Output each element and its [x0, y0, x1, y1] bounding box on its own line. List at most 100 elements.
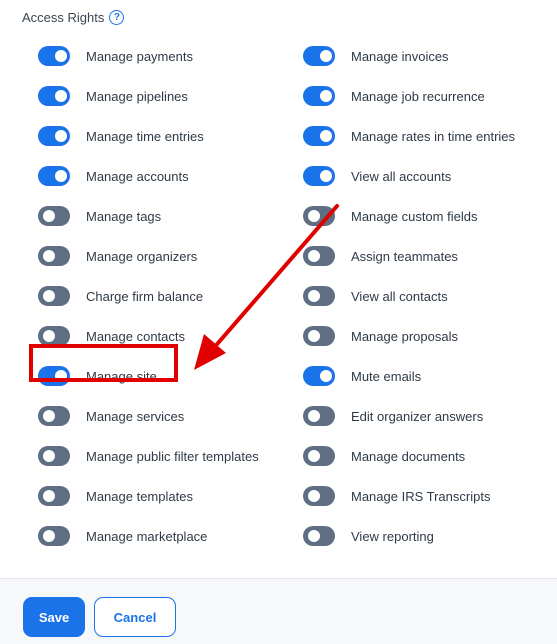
- toggle-manage-contacts[interactable]: [38, 326, 70, 346]
- permission-row-manage-marketplace: Manage marketplace: [38, 516, 278, 556]
- permission-row-manage-invoices: Manage invoices: [303, 36, 543, 76]
- permission-row-manage-payments: Manage payments: [38, 36, 278, 76]
- permission-row-manage-organizers: Manage organizers: [38, 236, 278, 276]
- permission-label: Assign teammates: [351, 248, 458, 264]
- toggle-knob: [308, 530, 320, 542]
- toggle-manage-irs-transcripts[interactable]: [303, 486, 335, 506]
- cancel-button[interactable]: Cancel: [94, 597, 176, 637]
- section-header: Access Rights ?: [22, 10, 125, 25]
- toggle-knob: [43, 210, 55, 222]
- permission-label: Mute emails: [351, 368, 422, 384]
- toggle-manage-proposals[interactable]: [303, 326, 335, 346]
- permission-label: Manage pipelines: [86, 88, 188, 104]
- toggle-manage-organizers[interactable]: [38, 246, 70, 266]
- toggle-manage-custom-fields[interactable]: [303, 206, 335, 226]
- toggle-knob: [320, 50, 332, 62]
- toggle-knob: [43, 450, 55, 462]
- toggle-knob: [43, 410, 55, 422]
- toggle-manage-time-entries[interactable]: [38, 126, 70, 146]
- permission-label: Manage custom fields: [351, 208, 478, 224]
- permission-label: Manage documents: [351, 448, 466, 464]
- toggle-knob: [55, 170, 67, 182]
- toggle-knob: [320, 370, 332, 382]
- permission-row-charge-firm-balance: Charge firm balance: [38, 276, 278, 316]
- permission-label: Manage templates: [86, 488, 193, 504]
- permission-label: Manage public filter templates: [86, 448, 259, 464]
- permission-label: View reporting: [351, 528, 434, 544]
- toggle-manage-documents[interactable]: [303, 446, 335, 466]
- toggle-knob: [308, 290, 320, 302]
- permission-label: Manage accounts: [86, 168, 189, 184]
- toggle-knob: [43, 530, 55, 542]
- toggle-view-all-contacts[interactable]: [303, 286, 335, 306]
- toggle-knob: [55, 50, 67, 62]
- toggle-knob: [43, 330, 55, 342]
- save-button[interactable]: Save: [23, 597, 85, 637]
- permissions-column-right: Manage invoices Manage job recurrence Mana…: [303, 36, 543, 556]
- permission-label: Manage rates in time entries: [351, 128, 516, 144]
- annotation-highlight-box: [29, 344, 178, 382]
- toggle-knob: [43, 250, 55, 262]
- permission-label: Manage marketplace: [86, 528, 208, 544]
- permissions-grid: Manage payments Manage pipelines Manage ti…: [38, 36, 538, 546]
- permission-label: Manage organizers: [86, 248, 198, 264]
- toggle-manage-job-recurrence[interactable]: [303, 86, 335, 106]
- toggle-manage-payments[interactable]: [38, 46, 70, 66]
- permission-label: Charge firm balance: [86, 288, 204, 304]
- toggle-manage-invoices[interactable]: [303, 46, 335, 66]
- toggle-manage-public-filter-templates[interactable]: [38, 446, 70, 466]
- toggle-knob: [320, 130, 332, 142]
- toggle-knob: [308, 450, 320, 462]
- permission-row-manage-job-recurrence: Manage job recurrence: [303, 76, 543, 116]
- permission-label: Manage IRS Transcripts: [351, 488, 491, 504]
- toggle-knob: [55, 90, 67, 102]
- permission-label: Manage job recurrence: [351, 88, 485, 104]
- toggle-knob: [308, 250, 320, 262]
- toggle-manage-marketplace[interactable]: [38, 526, 70, 546]
- permission-row-assign-teammates: Assign teammates: [303, 236, 543, 276]
- toggle-knob: [43, 290, 55, 302]
- toggle-mute-emails[interactable]: [303, 366, 335, 386]
- permission-label: Manage tags: [86, 208, 162, 224]
- permission-label: Manage contacts: [86, 328, 186, 344]
- permission-label: Manage invoices: [351, 48, 449, 64]
- permission-row-view-all-contacts: View all contacts: [303, 276, 543, 316]
- permission-row-mute-emails: Mute emails: [303, 356, 543, 396]
- toggle-manage-accounts[interactable]: [38, 166, 70, 186]
- toggle-manage-templates[interactable]: [38, 486, 70, 506]
- toggle-knob: [308, 210, 320, 222]
- toggle-knob: [43, 490, 55, 502]
- toggle-manage-tags[interactable]: [38, 206, 70, 226]
- toggle-manage-services[interactable]: [38, 406, 70, 426]
- permission-row-manage-documents: Manage documents: [303, 436, 543, 476]
- permission-label: View all contacts: [351, 288, 448, 304]
- permission-row-manage-public-filter-templates: Manage public filter templates: [38, 436, 278, 476]
- form-footer: Save Cancel: [0, 578, 557, 644]
- permission-label: Manage proposals: [351, 328, 458, 344]
- permission-label: View all accounts: [351, 168, 452, 184]
- toggle-assign-teammates[interactable]: [303, 246, 335, 266]
- toggle-view-all-accounts[interactable]: [303, 166, 335, 186]
- toggle-manage-pipelines[interactable]: [38, 86, 70, 106]
- permission-row-view-reporting: View reporting: [303, 516, 543, 556]
- toggle-edit-organizer-answers[interactable]: [303, 406, 335, 426]
- permission-row-manage-templates: Manage templates: [38, 476, 278, 516]
- toggle-knob: [55, 130, 67, 142]
- toggle-knob: [308, 410, 320, 422]
- permissions-column-left: Manage payments Manage pipelines Manage ti…: [38, 36, 278, 556]
- permission-row-manage-rates-in-time-entries: Manage rates in time entries: [303, 116, 543, 156]
- toggle-manage-rates-in-time-entries[interactable]: [303, 126, 335, 146]
- toggle-knob: [308, 490, 320, 502]
- question-circle-icon[interactable]: ?: [109, 10, 125, 25]
- permission-row-manage-irs-transcripts: Manage IRS Transcripts: [303, 476, 543, 516]
- permission-label: Edit organizer answers: [351, 408, 484, 424]
- section-title: Access Rights: [22, 10, 105, 25]
- permission-row-manage-time-entries: Manage time entries: [38, 116, 278, 156]
- permission-row-manage-accounts: Manage accounts: [38, 156, 278, 196]
- toggle-view-reporting[interactable]: [303, 526, 335, 546]
- permission-row-manage-custom-fields: Manage custom fields: [303, 196, 543, 236]
- toggle-charge-firm-balance[interactable]: [38, 286, 70, 306]
- permission-row-manage-services: Manage services: [38, 396, 278, 436]
- permission-row-manage-pipelines: Manage pipelines: [38, 76, 278, 116]
- permission-row-edit-organizer-answers: Edit organizer answers: [303, 396, 543, 436]
